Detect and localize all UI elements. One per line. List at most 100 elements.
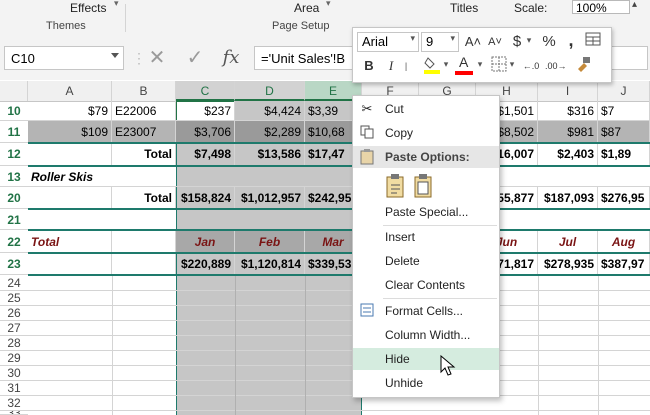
fill-color-icon[interactable]	[423, 54, 443, 74]
print-area-dropdown-icon[interactable]: ▾	[326, 0, 331, 9]
decrease-decimal-icon[interactable]: .00→	[545, 56, 567, 76]
menu-item-hide[interactable]: Hide	[353, 348, 499, 370]
font-color-dropdown-icon[interactable]: ▾	[475, 54, 485, 74]
row-header-30[interactable]: 30	[0, 366, 28, 381]
accounting-dropdown-icon[interactable]: ▾	[519, 30, 539, 50]
menu-item-format-cells[interactable]: Format Cells...	[353, 300, 499, 322]
cell-j10[interactable]: $7	[598, 101, 650, 120]
cell-a22[interactable]: Total	[28, 231, 112, 252]
name-box[interactable]: C10	[4, 46, 124, 70]
cell-c22[interactable]: Jan	[176, 231, 235, 252]
borders-dropdown-icon[interactable]: ▾	[507, 54, 517, 74]
font-dropdown-icon[interactable]: ▾	[410, 33, 415, 44]
cell-i12[interactable]: $2,403	[538, 143, 598, 165]
cell-d22[interactable]: Feb	[235, 231, 305, 252]
format-painter-table-icon[interactable]	[583, 32, 603, 52]
cell-a11[interactable]: $109	[28, 121, 112, 142]
print-titles-button[interactable]: Titles	[450, 1, 478, 15]
cell-i20[interactable]: $187,093	[538, 187, 598, 208]
cell-j11[interactable]: $87	[598, 121, 650, 142]
italic-button[interactable]: I	[381, 56, 401, 76]
select-all-corner[interactable]	[0, 81, 28, 101]
enter-icon[interactable]: ✓	[181, 46, 209, 70]
menu-item-copy[interactable]: Copy	[353, 122, 499, 144]
row-header-22[interactable]: 22	[0, 231, 28, 253]
row-header-25[interactable]: 25	[0, 291, 28, 306]
cell-d11[interactable]: $2,289	[235, 121, 305, 142]
fill-color-dropdown-icon[interactable]: ▾	[441, 54, 451, 74]
row-header-31[interactable]: 31	[0, 381, 28, 396]
cell-a20[interactable]	[28, 187, 112, 208]
cell-i22[interactable]: Jul	[538, 231, 598, 252]
font-size-box[interactable]: 9 ▾	[421, 32, 459, 52]
paste-icon[interactable]	[385, 173, 407, 199]
cell-c12[interactable]: $7,498	[176, 143, 235, 165]
cell-c20[interactable]: $158,824	[176, 187, 235, 208]
column-header-d[interactable]: D	[235, 81, 305, 101]
cell-i11[interactable]: $981	[538, 121, 598, 142]
row-header-12[interactable]: 12	[0, 143, 28, 166]
cell-b12[interactable]: Total	[112, 143, 176, 165]
comma-style-icon[interactable]: ,	[561, 30, 581, 50]
cell-j23[interactable]: $387,97	[598, 253, 650, 274]
row-header-24[interactable]: 24	[0, 276, 28, 291]
effects-button[interactable]: Effects	[70, 1, 106, 15]
menu-item-clear-contents[interactable]: Clear Contents	[353, 274, 499, 296]
cell-c23[interactable]: $220,889	[176, 253, 235, 274]
menu-item-delete[interactable]: Delete	[353, 250, 499, 272]
cell-j12[interactable]: $1,89	[598, 143, 650, 165]
scale-spinner-icon[interactable]: ▴	[632, 0, 637, 10]
font-name-box[interactable]: Arial ▾	[357, 32, 419, 52]
increase-decimal-icon[interactable]: ←.0	[521, 56, 541, 76]
paste-values-icon[interactable]	[413, 173, 435, 199]
column-header-i[interactable]: I	[538, 81, 598, 101]
cell-d10[interactable]: $4,424	[235, 101, 305, 120]
font-size-dropdown-icon[interactable]: ▾	[450, 33, 455, 44]
cell-i10[interactable]: $316	[538, 101, 598, 120]
print-area-button[interactable]: Area	[294, 1, 319, 15]
insert-function-icon[interactable]: fx	[217, 46, 245, 70]
percent-style-icon[interactable]: %	[539, 32, 559, 52]
cell-b20[interactable]: Total	[112, 187, 176, 208]
cell-b23[interactable]	[112, 253, 176, 274]
bold-button[interactable]: B	[359, 56, 379, 76]
cancel-icon[interactable]: ✕	[143, 46, 171, 70]
cell-j22[interactable]: Aug	[598, 231, 650, 252]
menu-item-paste-special[interactable]: Paste Special...	[353, 201, 499, 223]
row-header-23[interactable]: 23	[0, 253, 28, 275]
row-header-26[interactable]: 26	[0, 306, 28, 321]
effects-dropdown-icon[interactable]: ▾	[114, 0, 119, 9]
row-header-28[interactable]: 28	[0, 336, 28, 351]
cell-a10[interactable]: $79	[28, 101, 112, 120]
cell-j20[interactable]: $276,95	[598, 187, 650, 208]
cell-a23[interactable]	[28, 253, 112, 274]
increase-font-size-icon[interactable]: A˄	[463, 32, 483, 52]
cell-i23[interactable]: $278,935	[538, 253, 598, 274]
menu-item-column-width[interactable]: Column Width...	[353, 324, 499, 346]
row-header-11[interactable]: 11	[0, 121, 28, 143]
font-color-icon[interactable]: A	[455, 54, 475, 76]
column-header-b[interactable]: B	[112, 81, 176, 101]
cell-b22[interactable]	[112, 231, 176, 252]
cell-a12[interactable]	[28, 143, 112, 165]
cell-d20[interactable]: $1,012,957	[235, 187, 305, 208]
column-header-c[interactable]: C	[176, 81, 235, 101]
row-header-29[interactable]: 29	[0, 351, 28, 366]
menu-item-cut[interactable]: ✂ Cut	[353, 98, 499, 120]
column-header-j[interactable]: J	[598, 81, 650, 101]
menu-item-unhide[interactable]: Unhide	[353, 372, 499, 394]
row-header-13[interactable]: 13	[0, 167, 28, 187]
cell-a13[interactable]: Roller Skis	[28, 167, 148, 186]
column-header-a[interactable]: A	[28, 81, 112, 101]
cell-c10[interactable]: $237	[176, 101, 235, 120]
cell-d12[interactable]: $13,586	[235, 143, 305, 165]
row-header-27[interactable]: 27	[0, 321, 28, 336]
row-header-33[interactable]: 33	[0, 411, 28, 415]
name-box-dropdown-icon[interactable]	[111, 53, 119, 58]
cell-b11[interactable]: E23007	[112, 121, 176, 142]
format-painter-icon[interactable]	[573, 56, 593, 76]
cell-d23[interactable]: $1,120,814	[235, 253, 305, 274]
menu-item-insert[interactable]: Insert	[353, 226, 499, 248]
cell-c11[interactable]: $3,706	[176, 121, 235, 142]
borders-icon[interactable]	[489, 56, 509, 76]
